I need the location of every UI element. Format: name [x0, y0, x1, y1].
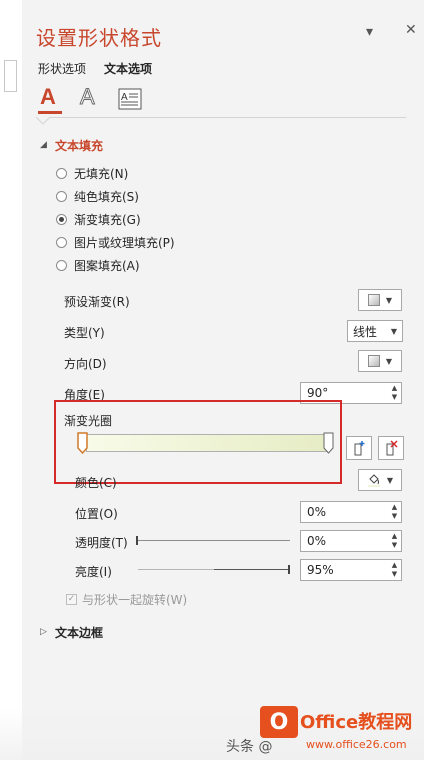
position-value[interactable]: 0% [301, 505, 388, 519]
gradient-swatch-icon [367, 294, 380, 306]
radio-circle[interactable] [56, 190, 67, 202]
radio-circle[interactable] [56, 167, 67, 179]
radio-gradient-fill[interactable]: 渐变填充(G) [56, 210, 141, 228]
remove-gradient-stop-button[interactable] [378, 436, 404, 460]
svg-text:A: A [121, 92, 128, 103]
text-fill-outline-tab[interactable]: A [38, 84, 62, 114]
radio-solid-fill[interactable]: 纯色填充(S) [56, 187, 139, 205]
radio-circle[interactable] [56, 259, 67, 271]
color-label: 颜色(C) [75, 476, 117, 490]
checkbox-box[interactable]: ✓ [66, 594, 77, 605]
spin-arrows-icon[interactable]: ▲ ▼ [388, 561, 401, 579]
position-label: 位置(O) [75, 507, 118, 521]
radio-label: 无填充(N) [74, 166, 129, 181]
spin-arrows-icon[interactable]: ▲ ▼ [388, 384, 401, 402]
checkbox-label: 与形状一起旋转(W) [82, 593, 188, 607]
format-shape-pane [22, 0, 424, 760]
direction-label: 方向(D) [64, 357, 107, 371]
add-gradient-stop-button[interactable] [346, 436, 372, 460]
tab-shape-options[interactable]: 形状选项 [38, 60, 86, 77]
type-value: 线性 [353, 324, 378, 339]
paint-bucket-icon [367, 474, 380, 487]
office-logo-icon: O [260, 706, 298, 738]
chevron-down-icon: ▼ [386, 475, 394, 485]
brightness-slider-track[interactable] [138, 569, 290, 570]
chevron-down-icon: ▼ [390, 326, 397, 336]
scrollbar-thumb[interactable] [4, 60, 17, 92]
red-highlight-frame [54, 400, 342, 484]
radio-circle[interactable] [56, 236, 67, 248]
chevron-down-icon: ▼ [385, 295, 393, 305]
type-label: 类型(Y) [64, 326, 105, 340]
section-text-fill[interactable]: 文本填充 [55, 137, 103, 154]
brightness-label: 亮度(I) [75, 565, 112, 579]
vertical-scrollbar[interactable] [0, 0, 23, 760]
tab-text-options[interactable]: 文本选项 [104, 60, 152, 77]
radio-label: 纯色填充(S) [74, 189, 139, 204]
pane-title: 设置形状格式 [36, 26, 162, 50]
separator-notch [36, 117, 50, 125]
rotate-with-shape-checkbox[interactable]: ✓ 与形状一起旋转(W) [66, 591, 187, 608]
collapse-triangle-icon[interactable]: ◢ [40, 140, 47, 150]
watermark-brand: Office教程网 [300, 712, 413, 733]
preset-gradient-label: 预设渐变(R) [64, 295, 130, 309]
text-effects-icon: A [80, 84, 96, 110]
radio-circle-checked[interactable] [56, 213, 67, 225]
brightness-spinner[interactable]: 95% ▲ ▼ [300, 559, 402, 581]
remove-stop-icon [386, 440, 398, 456]
radio-label: 图案填充(A) [74, 258, 140, 273]
radio-no-fill[interactable]: 无填充(N) [56, 164, 128, 182]
radio-pattern-fill[interactable]: 图案填充(A) [56, 256, 140, 274]
spin-arrows-icon[interactable]: ▲ ▼ [388, 503, 401, 521]
add-stop-icon [354, 441, 365, 456]
watermark-prefix: 头条 @ [226, 739, 273, 755]
angle-value[interactable]: 90° [301, 386, 388, 400]
expand-triangle-icon[interactable]: ▷ [40, 627, 47, 637]
text-effects-tab[interactable]: A [78, 84, 102, 112]
text-fill-icon: A [40, 84, 56, 109]
radio-label: 渐变填充(G) [74, 212, 141, 227]
transparency-value[interactable]: 0% [301, 534, 388, 548]
direction-dropdown[interactable]: ▼ [358, 350, 402, 372]
pane-menu-chevron-icon[interactable]: ▾ [366, 24, 373, 40]
transparency-spinner[interactable]: 0% ▲ ▼ [300, 530, 402, 552]
active-tab-underline [38, 111, 62, 114]
textbox-icon: A [118, 88, 142, 110]
close-icon[interactable]: ✕ [405, 22, 417, 38]
radio-picture-fill[interactable]: 图片或纹理填充(P) [56, 233, 175, 251]
section-text-border[interactable]: 文本边框 [55, 624, 103, 641]
transparency-label: 透明度(T) [75, 536, 128, 550]
tab-separator [36, 117, 406, 118]
direction-swatch-icon [367, 355, 380, 367]
preset-gradient-dropdown[interactable]: ▼ [358, 289, 402, 311]
textbox-tab[interactable]: A [118, 86, 144, 112]
type-select[interactable]: 线性 ▼ [347, 320, 403, 342]
color-picker-dropdown[interactable]: ▼ [358, 469, 402, 491]
watermark-site: www.office26.com [306, 738, 407, 751]
brightness-value[interactable]: 95% [301, 563, 388, 577]
position-spinner[interactable]: 0% ▲ ▼ [300, 501, 402, 523]
brightness-slider-thumb[interactable] [288, 565, 290, 574]
spin-arrows-icon[interactable]: ▲ ▼ [388, 532, 401, 550]
radio-label: 图片或纹理填充(P) [74, 235, 175, 250]
transparency-slider-track[interactable] [138, 540, 290, 541]
chevron-down-icon: ▼ [385, 356, 393, 366]
